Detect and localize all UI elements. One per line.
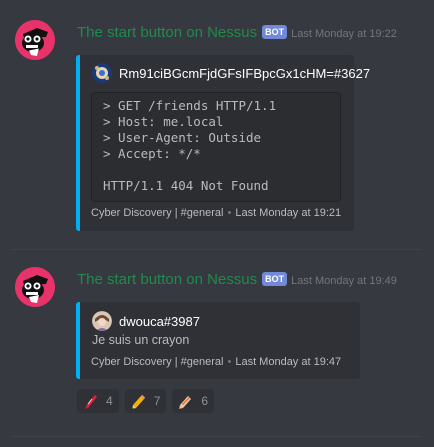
- reaction-count: 4: [106, 394, 113, 408]
- footer-separator: •: [227, 207, 232, 219]
- crayon-icon: [179, 395, 192, 409]
- embed-author-avatar[interactable]: [92, 311, 112, 331]
- code-line: > Host: me.local: [103, 114, 224, 129]
- quote-embed: Rm91ciBGcmFjdGFsIFBpcGx1cHM=#3627 > GET …: [76, 55, 370, 231]
- code-line: > GET /friends HTTP/1.1: [103, 98, 277, 113]
- reaction-pencil[interactable]: 7: [124, 389, 167, 413]
- reaction-crayon[interactable]: 6: [172, 389, 215, 413]
- bot-avatar[interactable]: [15, 267, 55, 307]
- bot-tag: BOT: [262, 272, 288, 286]
- cartoon-face-icon: [15, 20, 55, 60]
- footer-channel[interactable]: Cyber Discovery | #general: [91, 356, 223, 368]
- embed-footer: Cyber Discovery | #general • Last Monday a…: [91, 207, 341, 219]
- footer-timestamp: Last Monday at 19:21: [235, 207, 342, 219]
- cartoon-face-icon: [15, 267, 55, 307]
- embed-author-name[interactable]: dwouca#3987: [119, 314, 200, 329]
- fractal-avatar-icon: [92, 63, 112, 83]
- message-group-1: The start button on Nessus BOT Last Monday…: [0, 0, 434, 250]
- message-divider: [12, 436, 422, 437]
- code-line: > Accept: */*: [103, 146, 201, 161]
- reaction-red-crayon[interactable]: 4: [77, 389, 119, 413]
- footer-separator: •: [227, 356, 232, 368]
- code-line: > User-Agent: Outside: [103, 130, 262, 145]
- message-header: The start button on Nessus BOT Last Monday…: [77, 270, 397, 290]
- code-block: > GET /friends HTTP/1.1 > Host: me.local…: [91, 92, 341, 202]
- footer-channel[interactable]: Cyber Discovery | #general: [91, 207, 223, 219]
- user-avatar-icon: [92, 311, 112, 331]
- author-name[interactable]: The start button on Nessus: [77, 24, 257, 41]
- red-crayon-icon: [84, 394, 97, 409]
- embed-author-name[interactable]: Rm91ciBGcmFjdGFsIFBpcGx1cHM=#3627: [119, 66, 370, 81]
- message-header: The start button on Nessus BOT Last Monday…: [77, 23, 397, 43]
- reaction-count: 7: [153, 394, 161, 408]
- author-name[interactable]: The start button on Nessus: [77, 271, 257, 288]
- quote-embed: dwouca#3987 Je suis un crayon Cyber Disc…: [76, 302, 360, 379]
- embed-author: Rm91ciBGcmFjdGFsIFBpcGx1cHM=#3627: [92, 63, 370, 83]
- embed-author-avatar[interactable]: [92, 63, 112, 83]
- message-timestamp: Last Monday at 19:49: [291, 275, 397, 287]
- footer-timestamp: Last Monday at 19:47: [235, 356, 342, 368]
- message-timestamp: Last Monday at 19:22: [291, 28, 397, 40]
- embed-author: dwouca#3987: [92, 311, 200, 331]
- bot-avatar[interactable]: [15, 20, 55, 60]
- code-result-line: HTTP/1.1 404 Not Found: [103, 178, 269, 193]
- embed-description: Je suis un crayon: [92, 333, 190, 347]
- pencil-icon: [131, 394, 145, 409]
- bot-tag: BOT: [262, 25, 288, 39]
- reaction-count: 6: [201, 394, 209, 408]
- reactions-bar: 4 7 6: [77, 389, 220, 413]
- embed-footer: Cyber Discovery | #general • Last Monday a…: [91, 356, 341, 368]
